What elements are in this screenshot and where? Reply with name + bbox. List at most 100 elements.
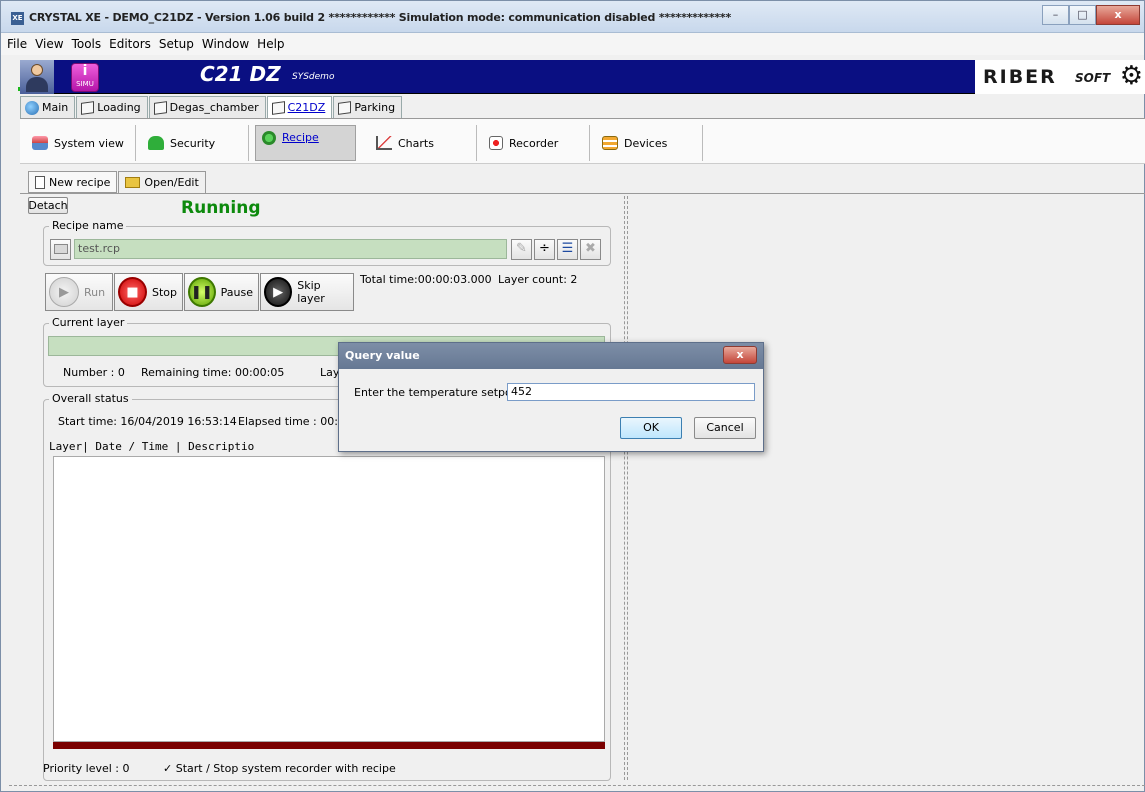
- detach-button[interactable]: Detach: [28, 197, 68, 214]
- open-folder-button[interactable]: [50, 239, 71, 260]
- recipe-status: Running: [181, 198, 261, 218]
- overall-status-label: Overall status: [49, 392, 132, 405]
- menu-view[interactable]: View: [35, 37, 63, 51]
- tab-loading[interactable]: Loading: [76, 96, 148, 118]
- system-header: i SIMU C21 DZ SYSdemo RIBER SOFT ⚙: [20, 60, 1145, 94]
- cancel-button[interactable]: Cancel: [694, 417, 756, 439]
- elapsed-time: Elapsed time : 00:00: [238, 415, 352, 428]
- play-icon: ▶: [49, 277, 79, 307]
- devices-icon: [602, 136, 618, 150]
- right-pane: [629, 196, 1144, 779]
- system-title: C21 DZ: [200, 62, 281, 86]
- layer-number: Number : 0: [63, 366, 125, 379]
- menu-setup[interactable]: Setup: [159, 37, 194, 51]
- cube-icon: [338, 100, 352, 115]
- tab-c21dz[interactable]: C21DZ: [266, 96, 333, 118]
- list-icon[interactable]: ☰: [557, 239, 578, 260]
- folder-icon: [53, 244, 68, 254]
- cube-icon: [271, 100, 285, 115]
- total-time: Total time:00:00:03.000: [360, 273, 492, 286]
- gear-icon[interactable]: ⚙: [1120, 63, 1143, 89]
- simu-label: SIMU: [76, 80, 94, 88]
- module-toolbar: System view Security Recipe Charts Recor…: [20, 118, 1145, 164]
- log-scroll-bar[interactable]: [53, 742, 605, 749]
- menu-bar: File View Tools Editors Setup Window Hel…: [1, 33, 1144, 55]
- module-system-view[interactable]: System view: [26, 125, 134, 161]
- split-icon[interactable]: ÷: [534, 239, 555, 260]
- menu-tools[interactable]: Tools: [72, 37, 102, 51]
- simulation-icon[interactable]: i SIMU: [71, 63, 99, 92]
- tab-open-edit[interactable]: Open/Edit: [118, 171, 206, 193]
- log-list[interactable]: [53, 456, 605, 742]
- recipe-name-label: Recipe name: [49, 219, 127, 232]
- chamber-tabs: Main Loading Degas_chamber C21DZ Parking: [20, 96, 403, 118]
- pane-splitter[interactable]: [624, 196, 628, 780]
- new-page-icon: [35, 175, 45, 189]
- layer-info-truncated: Lay: [320, 366, 340, 379]
- cube-icon: [81, 100, 95, 115]
- menu-editors[interactable]: Editors: [109, 37, 151, 51]
- module-devices[interactable]: Devices: [596, 125, 700, 161]
- close-button[interactable]: x: [1096, 5, 1140, 25]
- module-charts[interactable]: Charts: [370, 125, 474, 161]
- content-divider: [20, 193, 1145, 194]
- info-icon: i: [82, 63, 88, 79]
- module-recipe[interactable]: Recipe: [255, 125, 356, 161]
- tab-new-recipe[interactable]: New recipe: [28, 171, 118, 193]
- status-bar-divider: [9, 785, 1145, 786]
- brand-suffix: SOFT: [1075, 71, 1111, 85]
- globe-icon: [25, 100, 39, 115]
- record-icon: [489, 136, 503, 150]
- skip-icon: ▶: [264, 277, 293, 307]
- dialog-title: Query value: [339, 343, 763, 369]
- query-value-dialog: Query value x Enter the temperature setp…: [338, 342, 764, 452]
- system-subtitle: SYSdemo: [292, 72, 335, 82]
- menu-file[interactable]: File: [7, 37, 27, 51]
- title-bar: XE CRYSTAL XE - DEMO_C21DZ - Version 1.0…: [1, 1, 1144, 33]
- edit-pencil-icon[interactable]: ✎: [511, 239, 532, 260]
- cube-icon: [153, 100, 167, 115]
- recipe-file-field[interactable]: test.rcp: [74, 239, 507, 259]
- module-recorder[interactable]: Recorder: [483, 125, 587, 161]
- security-icon: [148, 136, 164, 150]
- recorder-checkbox[interactable]: ✓ Start / Stop system recorder with reci…: [163, 762, 396, 775]
- layer-count: Layer count: 2: [498, 273, 578, 286]
- pause-icon: ❚❚: [188, 277, 216, 307]
- run-button[interactable]: ▶ Run: [45, 273, 113, 311]
- main-window: XE CRYSTAL XE - DEMO_C21DZ - Version 1.0…: [0, 0, 1145, 792]
- dialog-prompt: Enter the temperature setpoint: [354, 386, 527, 399]
- pause-button[interactable]: ❚❚ Pause: [184, 273, 259, 311]
- menu-window[interactable]: Window: [202, 37, 249, 51]
- tab-main[interactable]: Main: [20, 96, 76, 118]
- dialog-close-button[interactable]: x: [723, 346, 757, 364]
- folder-icon: [125, 177, 141, 188]
- recipe-icon: [262, 131, 276, 145]
- recipe-tabs: New recipe Open/Edit: [28, 171, 207, 193]
- stop-icon: ■: [118, 277, 147, 307]
- tab-parking[interactable]: Parking: [333, 96, 403, 118]
- current-layer-label: Current layer: [49, 316, 128, 329]
- stop-button[interactable]: ■ Stop: [114, 273, 183, 311]
- module-security[interactable]: Security: [142, 125, 246, 161]
- check-icon: ✓: [163, 762, 173, 775]
- skip-layer-button[interactable]: ▶ Skip layer: [260, 273, 354, 311]
- system-view-icon: [32, 136, 48, 150]
- user-icon[interactable]: [20, 60, 54, 94]
- window-title: CRYSTAL XE - DEMO_C21DZ - Version 1.06 b…: [29, 11, 732, 24]
- temperature-setpoint-input[interactable]: 452: [507, 383, 755, 401]
- log-header: Layer| Date / Time | Descriptio: [49, 440, 255, 453]
- ok-button[interactable]: OK: [620, 417, 682, 439]
- app-icon: XE: [11, 12, 24, 25]
- chart-icon: [376, 136, 392, 150]
- menu-help[interactable]: Help: [257, 37, 284, 51]
- brand-name: RIBER: [983, 66, 1057, 88]
- minimize-button[interactable]: –: [1042, 5, 1069, 25]
- start-time: Start time: 16/04/2019 16:53:14: [58, 415, 237, 428]
- maximize-button[interactable]: □: [1069, 5, 1096, 25]
- tab-degas-chamber[interactable]: Degas_chamber: [148, 96, 266, 118]
- priority-level: Priority level : 0: [43, 762, 130, 775]
- brand-logo: RIBER SOFT ⚙: [975, 60, 1145, 94]
- delete-icon[interactable]: ✖: [580, 239, 601, 260]
- recorder-checkbox-label: Start / Stop system recorder with recipe: [175, 762, 396, 775]
- remaining-time: Remaining time: 00:00:05: [141, 366, 285, 379]
